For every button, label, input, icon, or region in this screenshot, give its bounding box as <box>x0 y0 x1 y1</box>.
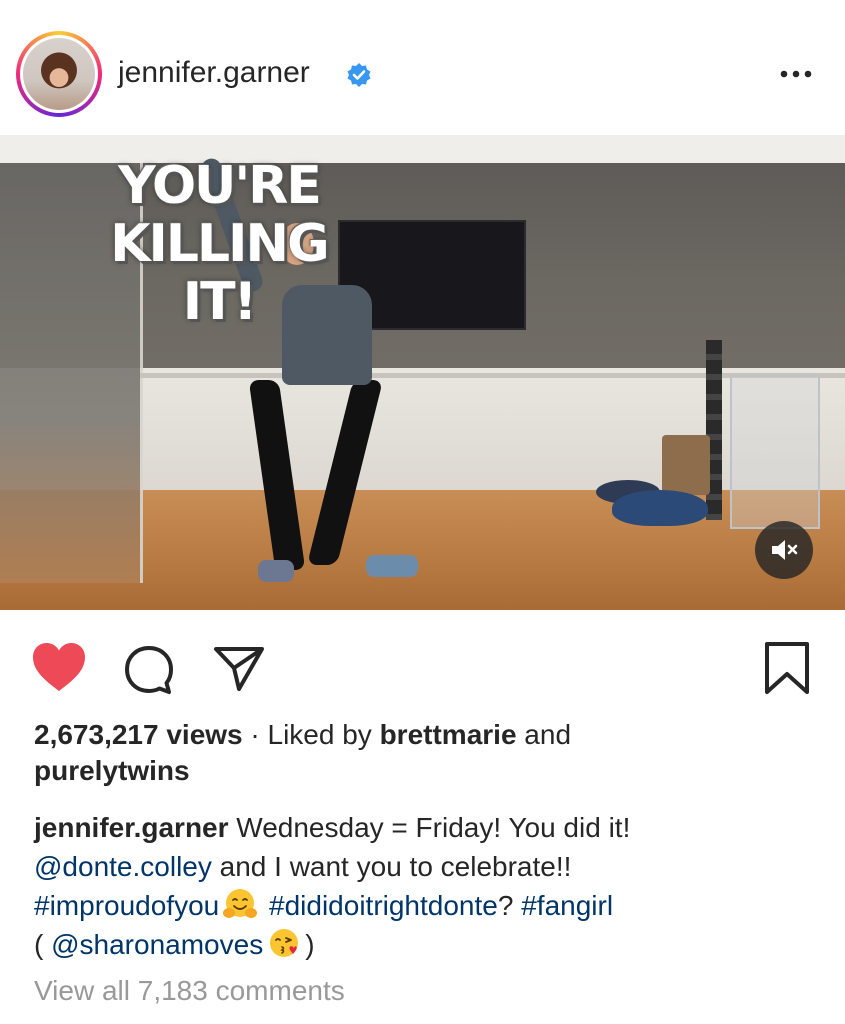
caption-text: ( <box>34 929 52 960</box>
hugging-face-emoji-icon <box>223 889 258 918</box>
post-stats: 2,673,217 views · Liked by brettmarie an… <box>34 717 824 789</box>
bookmark-icon[interactable] <box>763 640 811 696</box>
verified-badge-icon <box>347 63 371 87</box>
view-all-comments-link[interactable]: View all 7,183 comments <box>34 975 345 1007</box>
username-link[interactable]: jennifer.garner <box>118 56 310 90</box>
speaker-muted-icon <box>772 540 798 560</box>
post-caption: jennifer.garner Wednesday = Friday! You … <box>34 808 824 964</box>
caption-text: ) <box>305 929 315 960</box>
liked-by-user[interactable]: brettmarie <box>380 719 517 750</box>
avatar-image <box>23 38 95 110</box>
hashtag-link[interactable]: #improudofyou <box>34 890 219 921</box>
post-header: jennifer.garner <box>0 0 845 135</box>
video-basket <box>662 435 710 495</box>
dancer-shoe <box>258 560 294 582</box>
comment-bubble-icon[interactable] <box>122 643 176 697</box>
caption-text: and I want you to celebrate!! <box>211 851 572 882</box>
overlay-line: KILLING <box>110 214 329 274</box>
action-bar <box>0 610 845 710</box>
video-overlay-text: YOU'RE KILLING IT! <box>74 157 364 331</box>
caption-text: Wednesday = Friday! You did it! <box>228 812 631 843</box>
mention-link[interactable]: @sharonamoves <box>51 929 263 960</box>
liked-by-user[interactable]: purelytwins <box>34 755 190 786</box>
avatar-frame <box>20 35 98 113</box>
mention-link[interactable]: @donte.colley <box>34 851 212 882</box>
face-blowing-kiss-emoji-icon <box>270 929 299 957</box>
paper-plane-icon[interactable] <box>212 641 266 695</box>
caption-author[interactable]: jennifer.garner <box>34 812 229 843</box>
post-video[interactable]: YOU'RE KILLING IT! <box>0 135 845 610</box>
mute-button[interactable] <box>755 521 813 579</box>
overlay-line: YOU'RE <box>118 156 322 216</box>
hashtag-link[interactable]: #fangirl <box>521 890 613 921</box>
liked-by-and: and <box>516 719 572 750</box>
view-count[interactable]: 2,673,217 views <box>34 719 243 750</box>
caption-text: ? <box>497 890 522 921</box>
video-rack <box>730 375 820 529</box>
hashtag-link[interactable]: #dididoitrightdonte <box>269 890 498 921</box>
video-bosu-ball <box>612 490 708 526</box>
more-options-icon[interactable] <box>778 62 814 86</box>
heart-filled-icon[interactable] <box>31 641 87 693</box>
dancer-shoe <box>366 555 418 577</box>
avatar[interactable] <box>16 31 102 117</box>
liked-by-label: · Liked by <box>242 719 380 750</box>
overlay-line: IT! <box>182 272 258 332</box>
